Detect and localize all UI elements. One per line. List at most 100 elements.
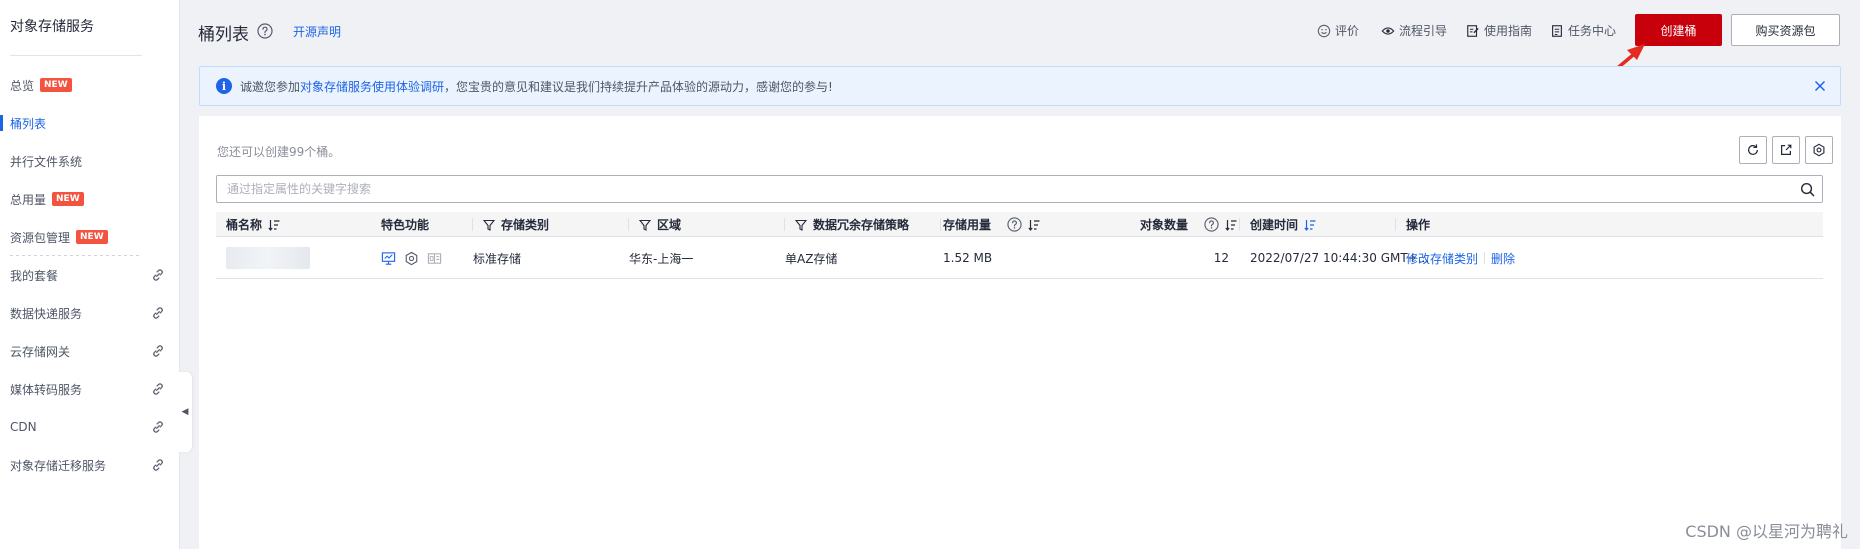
- eye-icon: [1381, 26, 1395, 35]
- help-icon[interactable]: [1204, 217, 1219, 232]
- column-region: 区域: [628, 212, 682, 237]
- column-bucket-name: 桶名称: [226, 212, 280, 237]
- column-redundancy: 数据冗余存储策略: [784, 212, 910, 237]
- operation-divider: [1484, 252, 1486, 264]
- sort-desc-icon[interactable]: [1304, 219, 1316, 231]
- sidebar-item-label: 资源包管理: [10, 230, 71, 245]
- sidebar-item-overview[interactable]: 总览 NEW: [0, 69, 179, 101]
- sidebar-item-label: 我的套餐: [10, 268, 59, 283]
- operations-cell: 修改存储类别 删除: [1406, 237, 1515, 279]
- process-guide-link[interactable]: 流程引导: [1381, 22, 1447, 39]
- column-operations: 操作: [1395, 212, 1431, 237]
- table-row: 标准存储 华东-上海一 单AZ存储 1.52 MB 12 2022/07/27 …: [216, 237, 1823, 279]
- user-guide-link[interactable]: 使用指南: [1466, 22, 1532, 39]
- object-count-cell: 12: [1213, 251, 1229, 265]
- created-time-cell: 2022/07/27 10:44:30 GMT+...: [1250, 251, 1430, 265]
- delete-link[interactable]: 删除: [1491, 250, 1515, 267]
- user-guide-label: 使用指南: [1484, 24, 1533, 38]
- column-label: 特色功能: [381, 218, 430, 232]
- hexagon-feature-icon[interactable]: [404, 251, 419, 266]
- notice-suffix: ，您宝贵的意见和建议是我们持续提升产品体验的源动力，感谢您的参与!: [444, 79, 833, 94]
- buy-package-button[interactable]: 购买资源包: [1731, 14, 1840, 46]
- column-divider: [940, 218, 941, 231]
- storage-usage-cell: 1.52 MB: [943, 251, 993, 265]
- bucket-quota-text: 您还可以创建99个桶。: [217, 145, 341, 159]
- external-link-icon: [153, 459, 163, 471]
- task-center-label: 任务中心: [1568, 24, 1617, 38]
- sidebar-item-data-express[interactable]: 数据快递服务: [0, 297, 179, 329]
- sidebar: 对象存储服务 总览 NEW 桶列表 并行文件系统 总用量 NEW 资源包管理 N…: [0, 0, 180, 549]
- features-cell: [381, 237, 442, 279]
- monitor-feature-icon[interactable]: [381, 251, 396, 266]
- external-link-icon: [153, 345, 163, 357]
- process-guide-label: 流程引导: [1399, 24, 1448, 38]
- new-badge: NEW: [52, 192, 84, 206]
- sidebar-item-label: 云存储网关: [10, 344, 71, 359]
- column-label: 操作: [1406, 218, 1431, 232]
- sidebar-item-bucket-list[interactable]: 桶列表: [0, 107, 179, 139]
- export-button[interactable]: [1772, 136, 1800, 164]
- search-input[interactable]: [217, 176, 1787, 202]
- column-label: 桶名称: [226, 218, 263, 232]
- card-feature-icon[interactable]: [427, 251, 442, 266]
- column-divider: [472, 218, 473, 231]
- redundancy-cell: 单AZ存储: [785, 251, 838, 266]
- sidebar-item-total-usage[interactable]: 总用量 NEW: [0, 183, 179, 215]
- sidebar-item-label: 总用量: [10, 192, 47, 207]
- sidebar-item-cloud-gateway[interactable]: 云存储网关: [0, 335, 179, 367]
- sidebar-item-media-transcode[interactable]: 媒体转码服务: [0, 373, 179, 405]
- sidebar-item-migration[interactable]: 对象存储迁移服务: [0, 449, 179, 481]
- notice-prefix: 诚邀您参加: [240, 79, 301, 94]
- rating-link[interactable]: 评价: [1317, 22, 1359, 39]
- bucket-name-cell[interactable]: [226, 237, 310, 279]
- open-source-link[interactable]: 开源声明: [293, 23, 341, 40]
- help-icon[interactable]: [257, 23, 273, 39]
- column-label: 存储类别: [501, 218, 550, 232]
- external-link-icon: [153, 307, 163, 319]
- filter-icon[interactable]: [639, 219, 651, 231]
- column-label: 创建时间: [1250, 218, 1299, 232]
- sidebar-title: 对象存储服务: [10, 19, 94, 35]
- column-divider: [784, 218, 785, 231]
- sort-icon[interactable]: [1028, 219, 1040, 231]
- column-label: 对象数量: [1140, 218, 1189, 232]
- sidebar-item-package-mgmt[interactable]: 资源包管理 NEW: [0, 221, 179, 253]
- sidebar-item-cdn[interactable]: CDN: [0, 411, 179, 443]
- filter-icon[interactable]: [483, 219, 495, 231]
- column-created-time: 创建时间: [1239, 212, 1316, 237]
- column-label: 数据冗余存储策略: [813, 218, 910, 232]
- sidebar-item-my-plan[interactable]: 我的套餐: [0, 259, 179, 291]
- bucket-list-card: 您还可以创建99个桶。 桶名称 特色功能: [199, 116, 1841, 549]
- sidebar-item-label: 并行文件系统: [10, 154, 83, 169]
- column-storage-usage: 存储用量: [940, 212, 1040, 237]
- task-center-link[interactable]: 任务中心: [1550, 22, 1616, 39]
- sort-icon[interactable]: [268, 219, 280, 231]
- modify-storage-class-link[interactable]: 修改存储类别: [1406, 250, 1478, 267]
- sidebar-item-parallel-fs[interactable]: 并行文件系统: [0, 145, 179, 177]
- new-badge: NEW: [40, 78, 72, 92]
- filter-icon[interactable]: [795, 219, 807, 231]
- search-icon[interactable]: [1800, 182, 1815, 197]
- help-icon[interactable]: [1007, 217, 1022, 232]
- sidebar-dashed-divider: [10, 255, 142, 256]
- storage-class-cell: 标准存储: [473, 251, 522, 266]
- refresh-icon: [1748, 144, 1758, 155]
- column-features: 特色功能: [381, 212, 429, 237]
- sidebar-item-label: 数据快递服务: [10, 306, 83, 321]
- region-cell: 华东-上海一: [629, 251, 694, 266]
- close-icon[interactable]: [1814, 80, 1826, 92]
- survey-notice-banner: i 诚邀您参加 对象存储服务使用体验调研 ，您宝贵的意见和建议是我们持续提升产品…: [199, 66, 1841, 106]
- column-label: 存储用量: [943, 218, 992, 232]
- column-divider: [1395, 218, 1396, 231]
- sidebar-divider: [10, 55, 142, 56]
- task-list-icon: [1552, 24, 1562, 37]
- column-divider: [628, 218, 629, 231]
- new-badge: NEW: [76, 230, 108, 244]
- smile-icon: [1317, 24, 1331, 37]
- refresh-button[interactable]: [1739, 136, 1767, 164]
- survey-link[interactable]: 对象存储服务使用体验调研: [300, 78, 444, 95]
- column-label: 区域: [657, 218, 682, 232]
- sort-icon[interactable]: [1225, 219, 1237, 231]
- sidebar-item-label: 总览: [10, 78, 35, 93]
- settings-button[interactable]: [1805, 136, 1833, 164]
